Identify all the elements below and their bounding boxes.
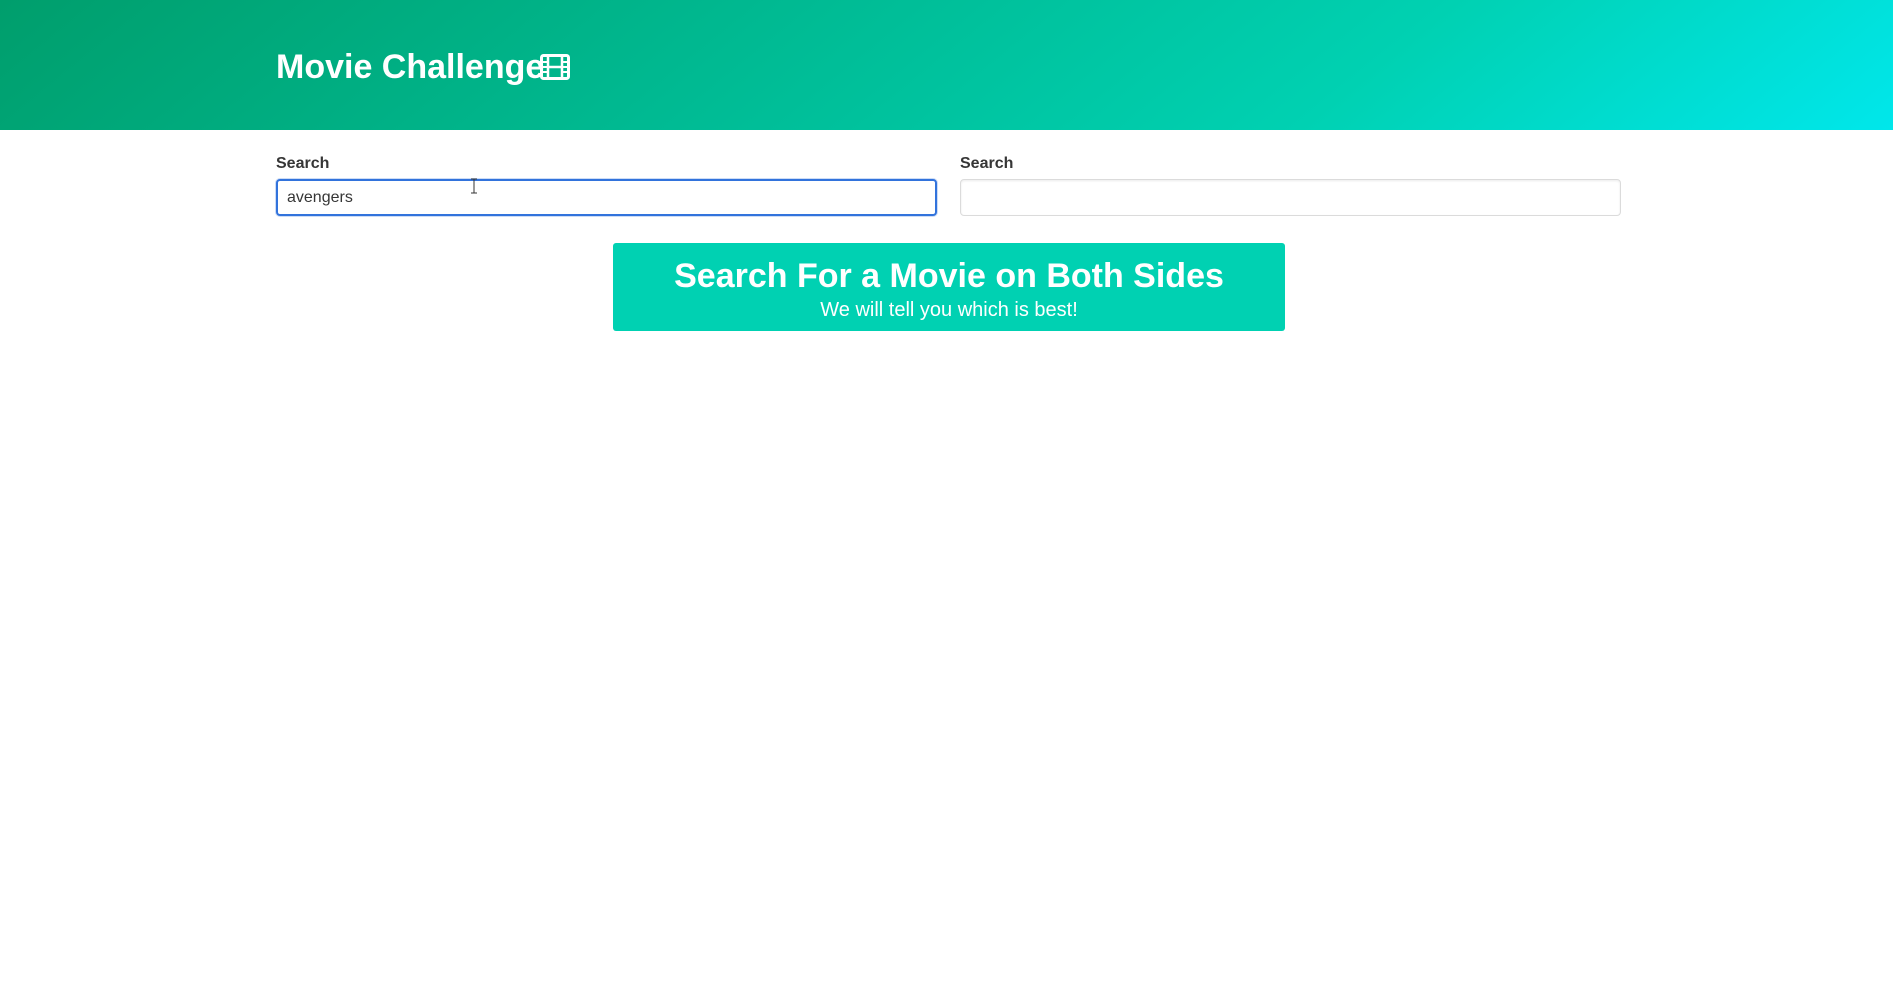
right-search-field: Search (960, 155, 1621, 216)
right-search-label: Search (960, 155, 1014, 172)
right-search-input[interactable] (960, 179, 1621, 216)
tutorial-banner: Search For a Movie on Both Sides We will… (613, 243, 1285, 331)
film-icon (540, 54, 570, 80)
tutorial-subtitle: We will tell you which is best! (820, 299, 1078, 321)
tutorial-title: Search For a Movie on Both Sides (674, 257, 1224, 295)
page-title: Movie Challenge (276, 48, 545, 86)
text-cursor-icon (470, 178, 478, 194)
left-search-label: Search (276, 155, 330, 172)
left-search-input[interactable] (276, 179, 937, 216)
hero-header: Movie Challenge (0, 0, 1893, 130)
left-search-field: Search (276, 155, 937, 216)
